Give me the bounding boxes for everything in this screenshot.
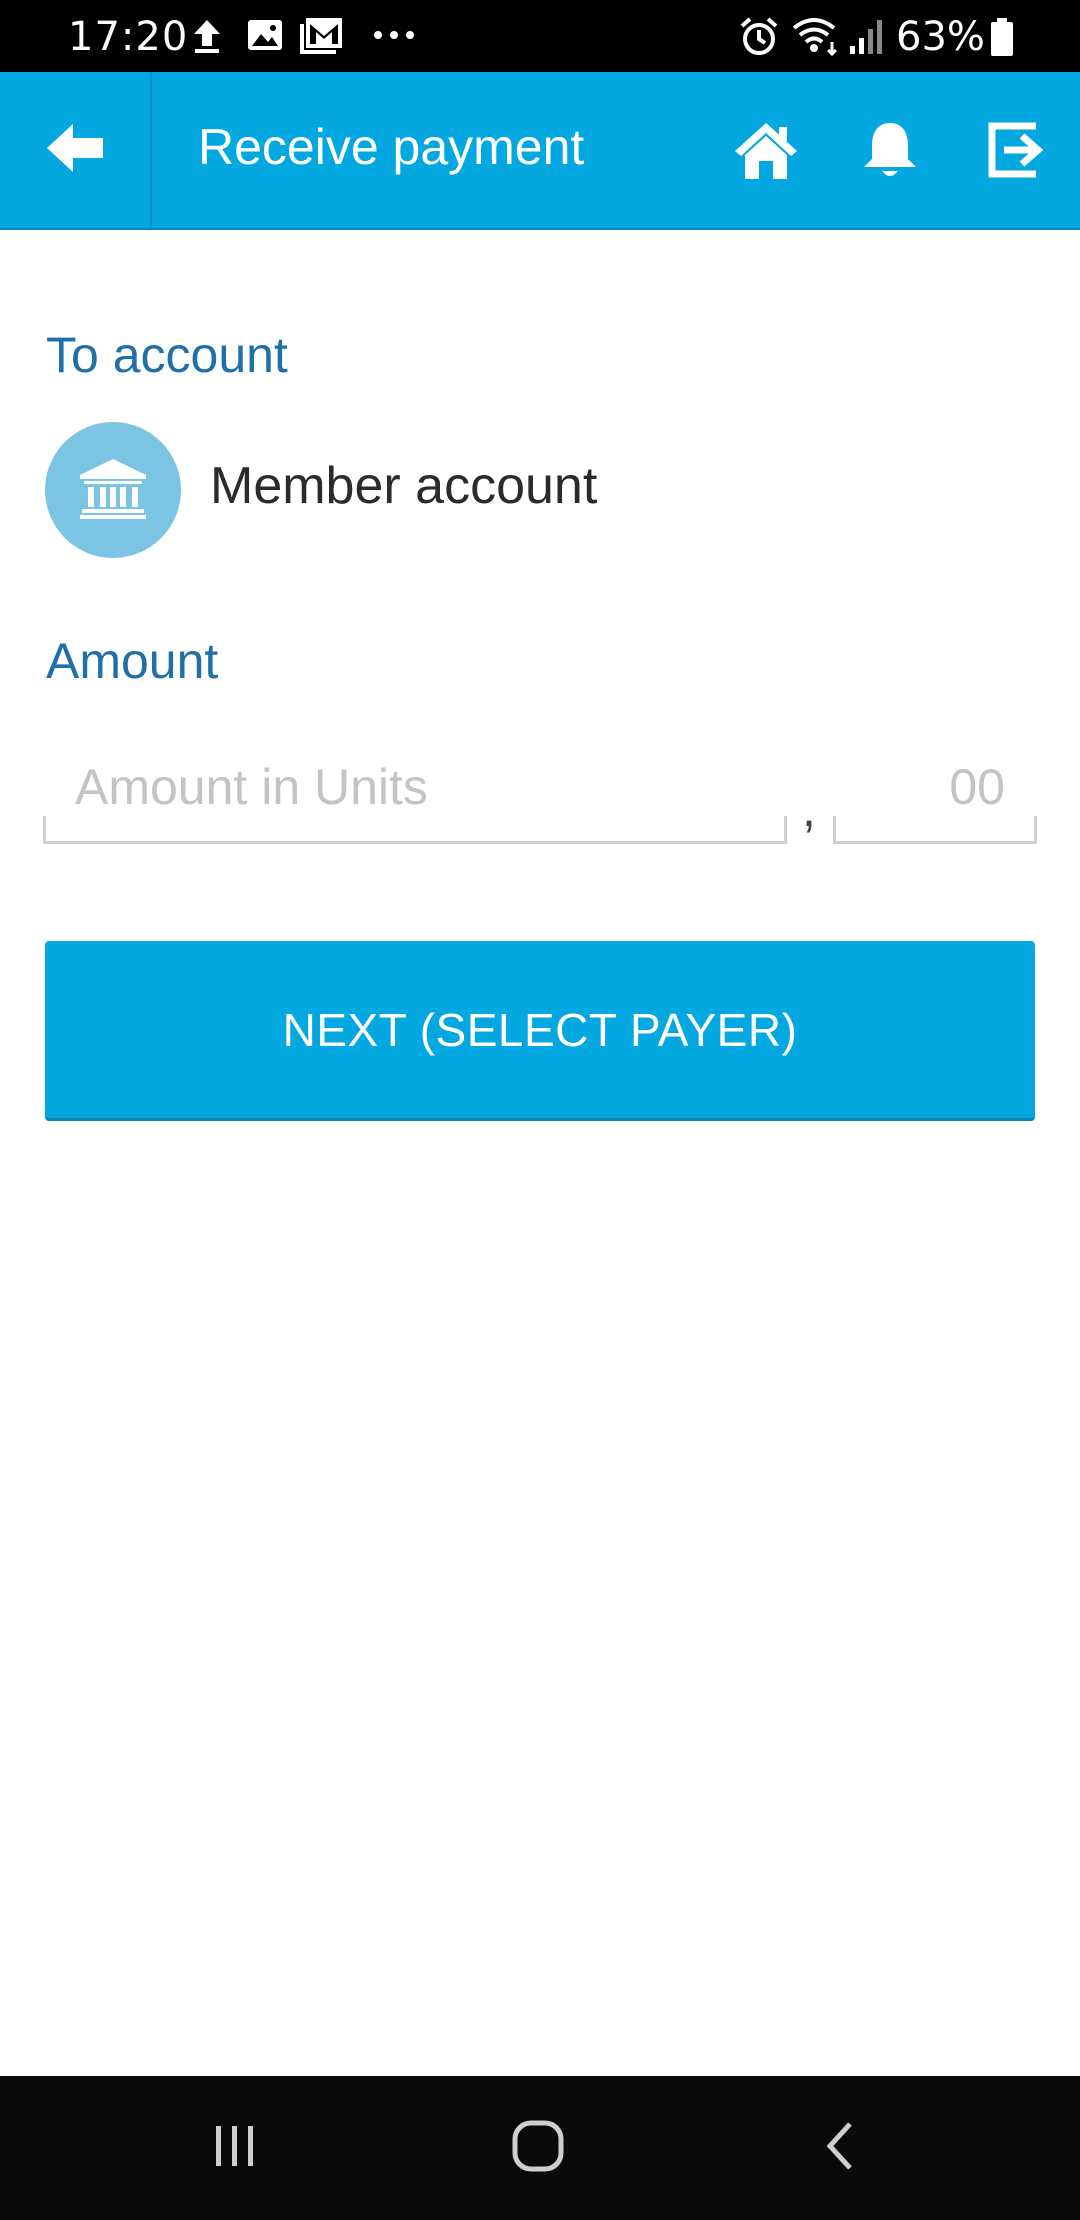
back-nav-button[interactable] <box>800 2108 880 2188</box>
amount-label: Amount <box>46 633 219 689</box>
decimal-separator: , <box>802 781 816 837</box>
home-icon <box>731 119 801 186</box>
account-name[interactable]: Member account <box>210 456 597 516</box>
amount-units-placeholder: Amount in Units <box>75 759 428 815</box>
alarm-icon <box>738 16 780 63</box>
account-avatar <box>45 422 181 558</box>
more-dots-icon <box>372 28 416 46</box>
to-account-label: To account <box>46 327 288 383</box>
recent-apps-icon <box>210 2121 260 2176</box>
signal-icon <box>848 16 886 61</box>
status-bar: 17:20 63% <box>0 0 1080 72</box>
gmail-icon <box>300 16 344 61</box>
home-nav-button[interactable] <box>498 2108 578 2188</box>
page-title: Receive payment <box>198 119 585 175</box>
amount-decimals-input[interactable]: 00 <box>833 720 1037 844</box>
app-bar: Receive payment <box>0 72 1080 230</box>
recent-apps-button[interactable] <box>195 2108 275 2188</box>
logout-button[interactable] <box>976 112 1056 192</box>
notifications-button[interactable] <box>850 112 930 192</box>
status-time: 17:20 <box>68 14 189 60</box>
battery-icon <box>990 18 1014 63</box>
back-button[interactable] <box>0 72 150 228</box>
app-bar-divider <box>150 72 152 228</box>
next-select-payer-button[interactable]: NEXT (SELECT PAYER) <box>45 941 1035 1121</box>
amount-decimals-placeholder: 00 <box>949 759 1005 815</box>
home-circle-icon <box>510 2118 566 2179</box>
bank-icon <box>78 457 148 524</box>
wifi-icon <box>792 16 840 61</box>
logout-icon <box>986 122 1046 183</box>
image-icon <box>246 16 284 59</box>
back-chevron-icon <box>820 2118 860 2179</box>
home-button[interactable] <box>726 112 806 192</box>
bell-icon <box>860 119 920 186</box>
system-nav-bar <box>0 2076 1080 2220</box>
next-button-label: NEXT (SELECT PAYER) <box>282 1003 798 1056</box>
back-arrow-icon <box>45 122 105 179</box>
upload-icon <box>192 16 222 61</box>
battery-percent: 63% <box>896 14 985 60</box>
amount-units-input[interactable]: Amount in Units <box>43 720 787 844</box>
